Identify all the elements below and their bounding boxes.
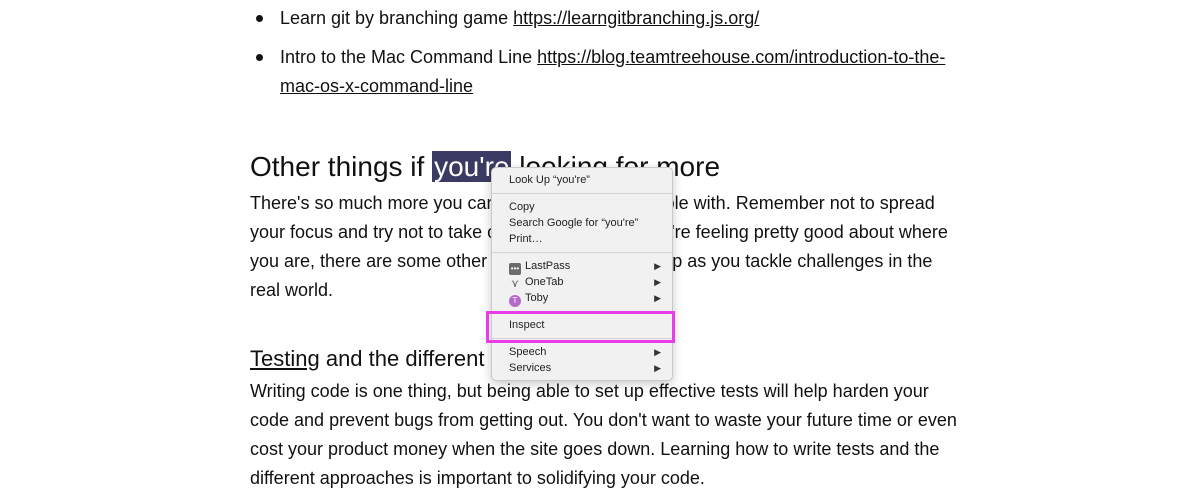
menu-item-label: Search Google for “you're” [509, 217, 639, 229]
menu-separator [492, 338, 672, 339]
menu-item-label: OneTab [525, 276, 564, 288]
list-item: Learn git by branching game https://lear… [250, 4, 970, 33]
menu-item-search-google[interactable]: Search Google for “you're” [492, 215, 672, 231]
menu-separator [492, 252, 672, 253]
context-menu: Look Up “you're” Copy Search Google for … [491, 167, 673, 381]
submenu-arrow-icon: ▶ [654, 261, 661, 271]
learngitbranching-link[interactable]: https://learngitbranching.js.org/ [513, 8, 759, 28]
menu-item-label: Copy [509, 201, 535, 213]
menu-separator [492, 311, 672, 312]
testing-link[interactable]: Testing [250, 346, 320, 371]
onetab-icon: ⋎ [510, 278, 520, 290]
list-item-text: Learn git by branching game [280, 8, 514, 28]
menu-item-label: Look Up “you're” [509, 174, 590, 186]
menu-item-speech[interactable]: Speech ▶ [492, 344, 672, 360]
resource-list: Learn git by branching game https://lear… [250, 4, 970, 111]
list-item: Intro to the Mac Command Line https://bl… [250, 43, 970, 101]
menu-item-label: Services [509, 362, 552, 374]
list-item-text: Intro to the Mac Command Line [280, 47, 538, 67]
menu-item-label: Inspect [509, 319, 545, 331]
submenu-arrow-icon: ▶ [654, 277, 661, 287]
menu-item-copy[interactable]: Copy [492, 199, 672, 215]
section-paragraph: Writing code is one thing, but being abl… [250, 381, 957, 488]
menu-item-label: LastPass [525, 260, 571, 272]
menu-item-toby[interactable]: T Toby ▶ [492, 290, 672, 307]
menu-separator [492, 193, 672, 194]
menu-item-print[interactable]: Print… [492, 231, 672, 247]
menu-item-label: Speech [509, 346, 547, 358]
menu-item-inspect[interactable]: Inspect [492, 317, 672, 333]
menu-item-onetab[interactable]: ⋎ OneTab ▶ [492, 274, 672, 290]
submenu-arrow-icon: ▶ [654, 363, 661, 373]
menu-item-label: Print… [509, 233, 543, 245]
menu-item-look-up[interactable]: Look Up “you're” [492, 172, 672, 188]
menu-item-lastpass[interactable]: ••• LastPass ▶ [492, 258, 672, 275]
menu-item-services[interactable]: Services ▶ [492, 360, 672, 376]
bullet-dot [256, 54, 263, 61]
heading-text: Other things if [250, 151, 433, 182]
submenu-arrow-icon: ▶ [654, 293, 661, 303]
bullet-dot [256, 15, 263, 22]
submenu-arrow-icon: ▶ [654, 347, 661, 357]
toby-icon: T [509, 295, 521, 307]
menu-item-label: Toby [525, 292, 549, 304]
